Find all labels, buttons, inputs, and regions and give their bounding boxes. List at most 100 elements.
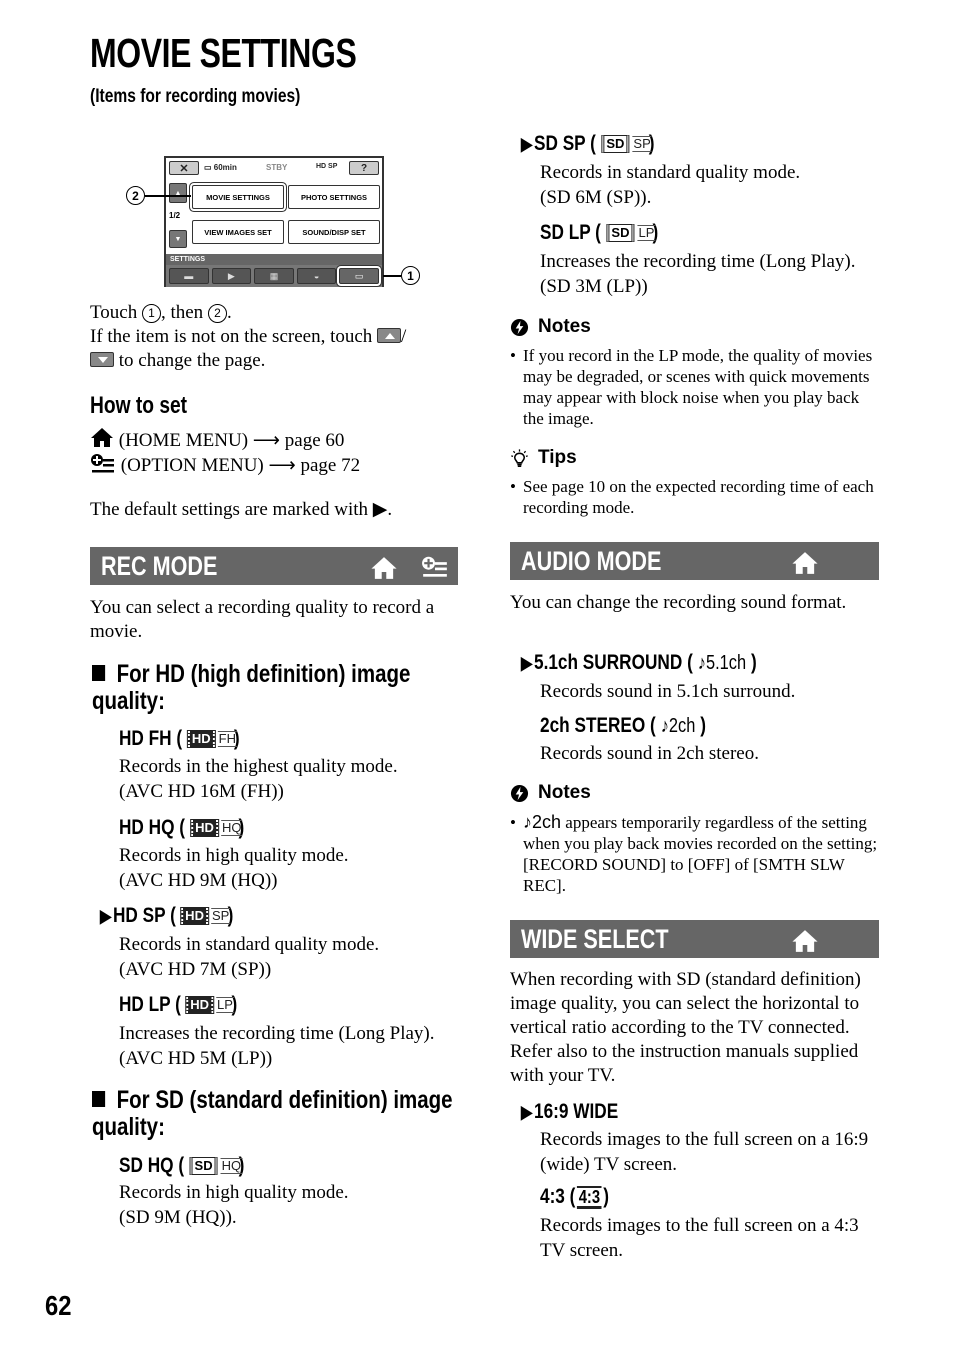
sd-lp-icon: SD LP — [606, 224, 656, 242]
desc-line-2: (AVC HD 5M (LP)) — [119, 1048, 273, 1069]
how-to-set-heading: How to set — [90, 392, 188, 419]
mode-badge: SP — [211, 908, 231, 924]
rec-mode-section-bar: REC MODE — [90, 547, 458, 585]
notes-label: Notes — [538, 316, 591, 337]
lcd-page-down-button[interactable]: ▼ — [169, 230, 187, 248]
ratio-4-3-description: Records images to the full screen on a 4… — [540, 1215, 859, 1261]
default-marker-icon: ▶ — [521, 133, 533, 154]
desc-line-1: Records in high quality mode. — [119, 845, 349, 866]
tips-label: Tips — [538, 447, 577, 468]
option-hd-hq[interactable]: HD HQ (HD HQ) — [119, 816, 244, 840]
change-page-text: to change the page. — [114, 350, 266, 371]
touch-prefix: Touch — [90, 302, 142, 323]
sd-sp-icon: SD SP — [601, 135, 653, 153]
option-5-1ch-surround[interactable]: ▶ 5.1ch SURROUND (♪5.1ch) — [521, 651, 757, 675]
page-change-line-2: to change the page. — [90, 349, 470, 373]
option-2ch-stereo[interactable]: 2ch STEREO (♪2ch) — [540, 714, 706, 738]
lcd-tab-disc-icon[interactable]: ◒ — [296, 268, 337, 284]
not-on-screen-text: If the item is not on the screen, touch — [90, 326, 378, 347]
stereo-2ch-icon: ♪2ch — [660, 714, 696, 737]
touch-mid: , then — [160, 302, 208, 323]
sd-hq-description: Records in high quality mode. (SD 9M (HQ)… — [119, 1180, 349, 1230]
rec-mode-note-item: If you record in the LP mode, the qualit… — [510, 345, 880, 429]
option-label: SD LP ( — [540, 221, 601, 244]
option-sd-hq[interactable]: SD HQ (SD HQ) — [119, 1154, 244, 1178]
lcd-settings-label: SETTINGS — [166, 254, 382, 265]
sd-sp-description: Records in standard quality mode. (SD 6M … — [540, 160, 800, 210]
page-change-line: If the item is not on the screen, touch … — [90, 325, 470, 349]
surround-description: Records sound in 5.1ch surround. — [540, 681, 796, 702]
hd-badge: HD — [186, 730, 216, 748]
option-label: HD FH ( — [119, 727, 183, 750]
option-sd-lp[interactable]: SD LP (SD LP) — [540, 221, 658, 245]
audio-mode-section-bar: AUDIO MODE — [510, 542, 879, 580]
close-paren: ) — [750, 651, 757, 674]
lcd-menu-sound-disp-set[interactable]: SOUND/DISP SET — [288, 220, 380, 244]
mode-badge: SP — [632, 136, 653, 152]
option-menu-line: (OPTION MENU) ⟶ page 72 — [90, 453, 470, 478]
sd-badge: SD — [189, 1157, 218, 1175]
hd-lp-icon: HD LP — [185, 996, 235, 1014]
lcd-menu-photo-settings[interactable]: PHOTO SETTINGS — [288, 185, 380, 209]
hd-badge: HD — [189, 819, 219, 837]
mode-badge: HQ — [220, 1158, 243, 1174]
wide-select-title: WIDE SELECT — [521, 924, 669, 954]
how-to-set-list: (HOME MENU) ⟶ page 60 (OPTION MENU) ⟶ pa… — [90, 427, 470, 478]
lcd-close-button[interactable]: ✕ — [169, 161, 199, 175]
audio-mode-title: AUDIO MODE — [521, 546, 662, 576]
lcd-page-indicator: 1/2 — [169, 211, 181, 220]
callout-2: 2 — [126, 186, 145, 205]
mode-badge: HQ — [220, 820, 243, 836]
sd-quality-heading-text: For SD (standard definition) image quali… — [92, 1086, 453, 1141]
audio-mode-note-item: ♪2ch appears temporarily regardless of t… — [510, 812, 882, 896]
stereo-description: Records sound in 2ch stereo. — [540, 743, 759, 764]
lcd-tab-toolbox-icon[interactable]: ▭ — [339, 268, 379, 284]
tip-item: See page 10 on the expected recording ti… — [510, 476, 880, 518]
lcd-tab-playback-icon[interactable]: ▶ — [211, 268, 252, 284]
wide-16-9-description: Records images to the full screen on a 1… — [540, 1129, 869, 1175]
option-hd-fh[interactable]: HD FH (HD FH) — [119, 727, 240, 751]
lcd-menu-view-images-set[interactable]: VIEW IMAGES SET — [192, 220, 284, 244]
option-hd-lp[interactable]: HD LP (HD LP) — [119, 993, 237, 1017]
notes-label: Notes — [538, 782, 591, 803]
hd-fh-icon: HD FH — [186, 730, 238, 748]
lcd-tab-camera-icon[interactable]: ▬ — [169, 268, 209, 284]
up-button-icon — [377, 328, 402, 343]
desc-line-2: (AVC HD 9M (HQ)) — [119, 870, 278, 891]
mode-badge: LP — [216, 997, 235, 1013]
slash: / — [401, 326, 407, 347]
lcd-tab-grid-icon[interactable]: ▦ — [254, 268, 294, 284]
hd-sp-description: Records in standard quality mode. (AVC HD… — [119, 932, 379, 982]
default-note: The default settings are marked with ▶. — [90, 499, 393, 520]
lcd-screen-illustration: ✕ ▭ 60min STBY HD SP ? ▲ 1/2 ▼ MOVIE SET… — [164, 156, 384, 287]
hd-hq-description: Records in high quality mode. (AVC HD 9M … — [119, 843, 349, 893]
lcd-menu-movie-settings[interactable]: MOVIE SETTINGS — [192, 185, 284, 209]
page-title: MOVIE SETTINGS — [90, 30, 357, 76]
option-label: SD SP ( — [533, 132, 596, 155]
option-4-3[interactable]: 4:3 (4:3) — [540, 1185, 609, 1209]
rec-mode-intro: You can select a recording quality to re… — [90, 597, 435, 642]
desc-line-1: Records in standard quality mode. — [540, 162, 801, 183]
option-16-9-wide[interactable]: ▶ 16:9 WIDE — [521, 1100, 618, 1124]
audio-mode-notes-heading: Notes — [510, 782, 591, 804]
hd-quality-heading-text: For HD (high definition) image quality: — [92, 660, 411, 715]
close-paren: ) — [603, 1185, 610, 1208]
home-icon — [792, 930, 818, 952]
desc-line-1: Increases the recording time (Long Play)… — [119, 1023, 435, 1044]
rec-mode-notes-heading: Notes — [510, 316, 591, 338]
hd-quality-heading: For HD (high definition) image quality: — [92, 661, 469, 715]
option-menu-icon — [91, 454, 114, 473]
lcd-battery-time: 60min — [213, 163, 237, 172]
option-label: HD HQ ( — [119, 816, 186, 839]
option-sd-sp[interactable]: ▶ SD SP (SD SP) — [521, 132, 654, 156]
square-bullet-icon — [92, 1091, 106, 1107]
option-label: 5.1ch SURROUND ( — [533, 651, 693, 674]
home-menu-ref: (HOME MENU) ⟶ page 60 — [114, 430, 345, 451]
rec-mode-title: REC MODE — [101, 551, 218, 581]
circle-1: 1 — [141, 303, 161, 323]
lcd-page-up-button[interactable]: ▲ — [169, 183, 187, 203]
lcd-help-button[interactable]: ? — [349, 161, 379, 175]
touch-suffix: . — [226, 302, 232, 323]
option-hd-sp[interactable]: ▶ HD SP (HD SP) — [100, 904, 233, 928]
hd-lp-description: Increases the recording time (Long Play)… — [119, 1021, 435, 1071]
